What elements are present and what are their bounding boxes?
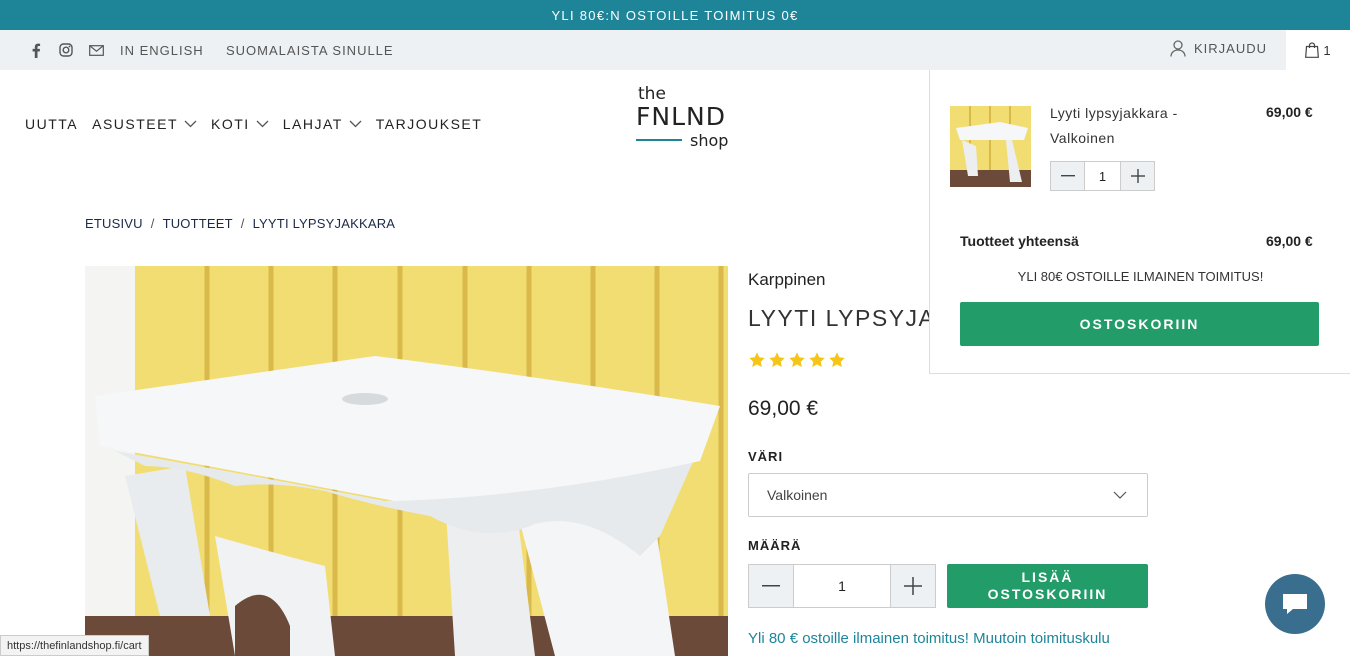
color-select[interactable]: Valkoinen [748,473,1148,517]
chevron-down-icon [256,120,269,128]
product-image[interactable] [85,266,728,656]
social-links [28,42,104,58]
chat-button[interactable] [1265,574,1325,634]
logo-underline [636,139,682,141]
top-bar: IN ENGLISH SUOMALAISTA SINULLE KIRJAUDU … [0,30,1350,70]
product-price: 69,00 € [748,397,819,420]
nav-label: ASUSTEET [92,116,179,132]
color-select-value: Valkoinen [767,487,828,503]
go-to-cart-label: OSTOSKORIIN [1079,316,1200,332]
add-to-cart-label-line1: LISÄÄ [1021,569,1074,585]
cart-total-value: 69,00 € [1266,233,1313,249]
mail-icon[interactable] [88,42,104,58]
breadcrumb: ETUSIVU / TUOTTEET / LYYTI LYPSYJAKKARA [85,216,395,231]
free-shipping-note: YLI 80€ OSTOILLE ILMAINEN TOIMITUS! [1017,269,1264,284]
breadcrumb-current[interactable]: LYYTI LYPSYJAKKARA [253,216,396,231]
nav-label: UUTTA [25,116,79,132]
quantity-label: MÄÄRÄ [748,538,802,553]
plus-icon [1130,169,1145,183]
nav-item-home[interactable]: KOTI [211,116,269,132]
breadcrumb-home[interactable]: ETUSIVU [85,216,143,231]
announcement-bar: YLI 80€:N OSTOILLE TOIMITUS 0€ [0,0,1350,30]
plus-icon [904,577,922,595]
nav-item-new[interactable]: UUTTA [25,116,78,132]
cart-increase-button[interactable] [1121,162,1154,190]
nav-label: TARJOUKSET [375,116,483,132]
breadcrumb-separator: / [150,216,155,231]
facebook-icon[interactable] [28,42,44,58]
login-label: KIRJAUDU [1194,41,1268,56]
site-logo[interactable]: the FNLND shop [636,84,736,154]
chevron-down-icon [184,120,197,128]
color-label: VÄRI [748,449,784,464]
minus-icon [762,585,780,587]
cart-item-thumbnail[interactable] [950,106,1031,187]
cart-dropdown: Lyyti lypsyjakkara - Valkoinen 69,00 € 1… [929,70,1350,374]
product-vendor[interactable]: Karppinen [748,270,826,290]
main-nav: UUTTA ASUSTEET KOTI LAHJAT TARJOUKSET [25,116,482,132]
logo-the: the [638,84,666,104]
bag-icon [1305,42,1320,58]
quantity-input[interactable]: 1 [793,565,891,607]
minus-icon [1060,175,1075,177]
logo-shop: shop [690,131,729,150]
announcement-text: YLI 80€:N OSTOILLE TOIMITUS 0€ [551,7,799,23]
nav-item-accessories[interactable]: ASUSTEET [92,116,197,132]
increase-button[interactable] [891,565,935,607]
breadcrumb-separator: / [240,216,245,231]
finnish-for-you-link[interactable]: SUOMALAISTA SINULLE [226,43,394,58]
go-to-cart-button[interactable]: OSTOSKORIIN [960,302,1319,346]
cart-button[interactable]: 1 [1286,30,1350,70]
breadcrumb-products[interactable]: TUOTTEET [163,216,233,231]
star-icon [769,352,785,368]
cart-decrease-button[interactable] [1051,162,1084,190]
add-to-cart-button[interactable]: LISÄÄ OSTOSKORIIN [947,564,1148,608]
nav-label: KOTI [211,116,250,132]
chevron-down-icon [349,120,362,128]
nav-item-offers[interactable]: TARJOUKSET [376,116,483,132]
user-icon [1170,40,1186,57]
cart-item-name[interactable]: Lyyti lypsyjakkara - Valkoinen [1050,101,1210,151]
nav-label: LAHJAT [282,116,343,132]
product-title: LYYTI LYPSYJAKKARA [748,305,929,331]
chevron-down-icon [1113,491,1127,499]
cart-item-price: 69,00 € [1266,104,1313,120]
star-icon [829,352,845,368]
logo-main: FNLND [636,102,726,131]
status-bar-url: https://thefinlandshop.fi/cart [0,635,149,656]
star-icon [809,352,825,368]
english-link[interactable]: IN ENGLISH [120,43,204,58]
chat-icon [1283,594,1307,614]
login-link[interactable]: KIRJAUDU [1170,40,1267,57]
cart-quantity-stepper: 1 [1050,161,1155,191]
nav-item-gifts[interactable]: LAHJAT [283,116,362,132]
star-icon [749,352,765,368]
decrease-button[interactable] [749,565,793,607]
cart-quantity-input[interactable]: 1 [1084,162,1121,190]
rating-stars[interactable] [748,351,846,369]
cart-total-label: Tuotteet yhteensä [960,233,1079,249]
shipping-note: Yli 80 € ostoille ilmainen toimitus! Muu… [748,630,1110,647]
cart-count: 1 [1323,42,1331,58]
add-to-cart-label-line2: OSTOSKORIIN [987,586,1108,602]
star-icon [789,352,805,368]
quantity-stepper: 1 [748,564,936,608]
instagram-icon[interactable] [58,42,74,58]
